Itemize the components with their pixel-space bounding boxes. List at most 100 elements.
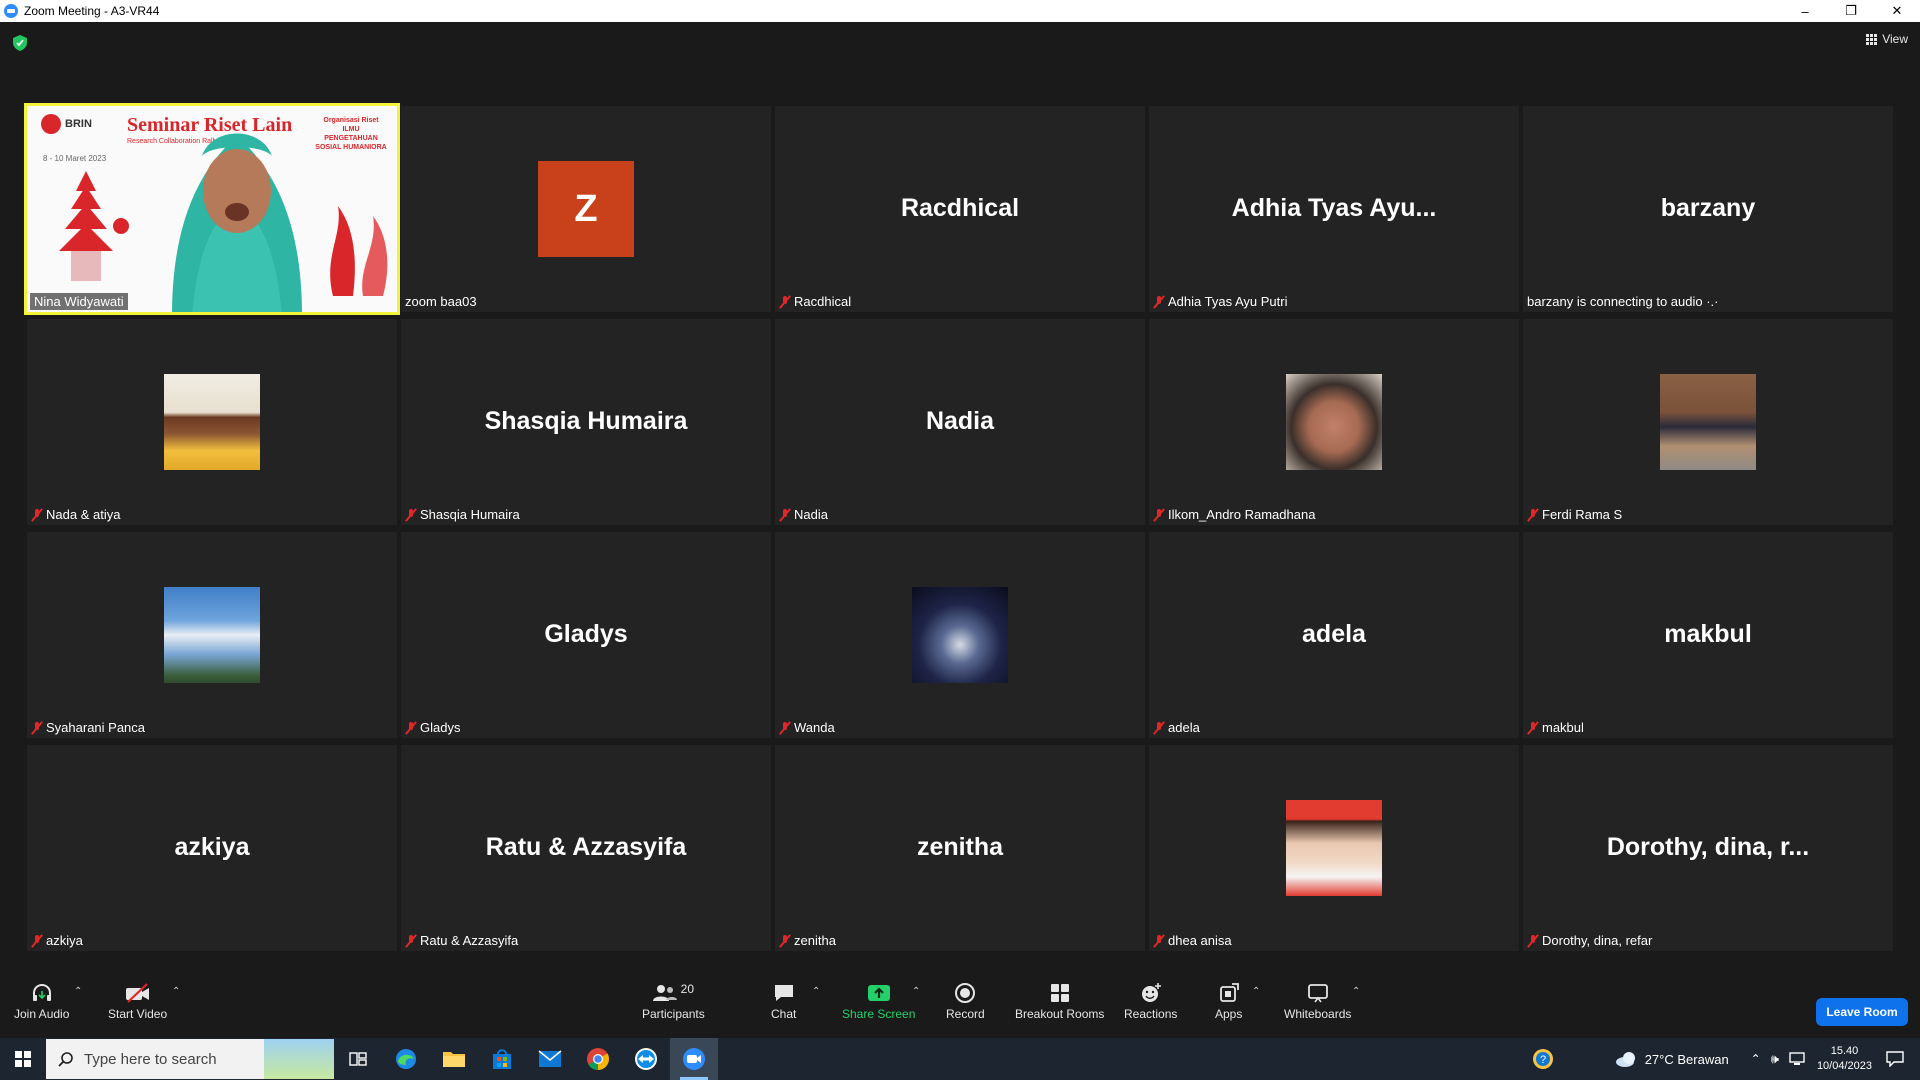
store-app-button[interactable] xyxy=(478,1038,526,1080)
notifications-icon[interactable] xyxy=(1886,1051,1904,1067)
participant-name-label: makbul xyxy=(1527,720,1584,735)
participant-tile[interactable]: adela adela xyxy=(1149,532,1519,738)
participant-display-name: barzany xyxy=(1660,194,1756,222)
participant-display-name: Nadia xyxy=(925,407,995,435)
chrome-icon xyxy=(587,1048,609,1070)
participant-display-name: azkiya xyxy=(174,833,250,861)
title-bar: Zoom Meeting - A3-VR44 – ❐ ✕ xyxy=(0,0,1920,22)
participant-avatar xyxy=(1286,800,1382,896)
chat-bubble-icon xyxy=(773,982,795,1004)
mic-muted-icon xyxy=(405,934,417,948)
participant-tile[interactable]: Racdhical Racdhical xyxy=(775,106,1145,312)
brin-logo: BRIN xyxy=(41,114,92,134)
participant-display-name: makbul xyxy=(1664,620,1752,648)
teamviewer-icon xyxy=(635,1048,657,1070)
participant-display-name: zenitha xyxy=(916,833,1004,861)
participant-display-name: Adhia Tyas Ayu... xyxy=(1231,194,1437,222)
apps-button[interactable]: Apps xyxy=(1215,982,1242,1021)
participant-display-name: Dorothy, dina, r... xyxy=(1606,833,1810,861)
edge-app-button[interactable] xyxy=(382,1038,430,1080)
weather-text[interactable]: 27°C Berawan xyxy=(1645,1052,1729,1067)
participant-name: Nada & atiya xyxy=(46,507,121,522)
speaker-volume-icon[interactable]: 🕪 xyxy=(1771,1051,1779,1067)
reactions-button[interactable]: Reactions xyxy=(1124,982,1177,1021)
video-options-caret-icon[interactable]: ⌃ xyxy=(172,986,180,997)
mail-app-button[interactable] xyxy=(526,1038,574,1080)
restore-button[interactable]: ❐ xyxy=(1828,0,1874,22)
participant-tile[interactable]: Ferdi Rama S xyxy=(1523,319,1893,525)
participant-tile[interactable]: barzany barzany is connecting to audio ·.… xyxy=(1523,106,1893,312)
participant-tile[interactable]: Nadia Nadia xyxy=(775,319,1145,525)
participant-avatar: Z xyxy=(538,161,634,257)
participant-tile[interactable]: Ratu & Azzasyifa Ratu & Azzasyifa xyxy=(401,745,771,951)
participant-name-label: Nadia xyxy=(779,507,828,522)
start-video-label: Start Video xyxy=(108,1007,168,1021)
participant-name-label: Syaharani Panca xyxy=(31,720,145,735)
task-view-icon xyxy=(349,1052,367,1066)
banner-right-line-3: SOSIAL HUMANIORA xyxy=(315,144,387,151)
show-hidden-icons-caret-icon[interactable]: ⌃ xyxy=(1751,1052,1761,1066)
participant-avatar xyxy=(1286,374,1382,470)
participant-name: Wanda xyxy=(794,720,835,735)
zoom-app-button[interactable] xyxy=(670,1038,718,1080)
participant-name: adela xyxy=(1168,720,1200,735)
apps-label: Apps xyxy=(1215,1007,1243,1021)
network-icon[interactable] xyxy=(1789,1052,1805,1066)
participant-name-label: Wanda xyxy=(779,720,835,735)
audio-options-caret-icon[interactable]: ⌃ xyxy=(74,986,82,997)
breakout-rooms-button[interactable]: Breakout Rooms xyxy=(1015,982,1104,1021)
participant-tile[interactable]: Dorothy, dina, r... Dorothy, dina, refar xyxy=(1523,745,1893,951)
record-button[interactable]: Record xyxy=(946,982,985,1021)
chat-options-caret-icon[interactable]: ⌃ xyxy=(812,986,820,997)
minimize-button[interactable]: – xyxy=(1782,0,1828,22)
participant-tile[interactable]: Ilkom_Andro Ramadhana xyxy=(1149,319,1519,525)
mail-icon xyxy=(538,1050,562,1067)
participants-button[interactable]: 20 Participants xyxy=(642,982,705,1021)
participant-tile[interactable]: dhea anisa xyxy=(1149,745,1519,951)
participant-tile[interactable]: Syaharani Panca xyxy=(27,532,397,738)
meeting-toolbar: Join Audio ⌃ Start Video ⌃ 20 Participan… xyxy=(0,972,1920,1038)
video-off-icon xyxy=(125,982,151,1004)
leave-room-button[interactable]: Leave Room xyxy=(1816,998,1908,1026)
share-screen-icon xyxy=(867,982,891,1004)
participant-tile[interactable]: zenitha zenitha xyxy=(775,745,1145,951)
participant-name-label: Racdhical xyxy=(779,294,851,309)
participant-tile[interactable]: Shasqia Humaira Shasqia Humaira xyxy=(401,319,771,525)
close-button[interactable]: ✕ xyxy=(1874,0,1920,22)
share-options-caret-icon[interactable]: ⌃ xyxy=(912,986,920,997)
chat-button[interactable]: Chat xyxy=(771,982,796,1021)
task-view-button[interactable] xyxy=(334,1038,382,1080)
search-placeholder: Type here to search xyxy=(84,1050,217,1068)
view-button[interactable]: View xyxy=(1866,32,1908,46)
active-speaker-tile[interactable]: BRIN Seminar Riset Lain Research Collabo… xyxy=(24,103,400,315)
file-explorer-button[interactable] xyxy=(430,1038,478,1080)
mic-muted-icon xyxy=(1527,721,1539,735)
help-question-icon[interactable]: ? xyxy=(1531,1047,1555,1071)
participant-tile[interactable]: makbul makbul xyxy=(1523,532,1893,738)
banner-right-line-2: ILMU PENGETAHUAN xyxy=(324,126,378,142)
start-button[interactable] xyxy=(0,1038,46,1080)
speaker-video: BRIN Seminar Riset Lain Research Collabo… xyxy=(27,106,397,312)
apps-options-caret-icon[interactable]: ⌃ xyxy=(1252,986,1260,997)
share-screen-button[interactable]: Share Screen xyxy=(842,982,915,1021)
chrome-app-button[interactable] xyxy=(574,1038,622,1080)
mic-muted-icon xyxy=(1153,508,1165,522)
whiteboards-options-caret-icon[interactable]: ⌃ xyxy=(1352,986,1360,997)
participant-tile[interactable]: Zzoom baa03 xyxy=(401,106,771,312)
taskbar-search[interactable]: Type here to search xyxy=(46,1039,334,1079)
participant-tile[interactable]: azkiya azkiya xyxy=(27,745,397,951)
whiteboards-button[interactable]: Whiteboards xyxy=(1284,982,1351,1021)
shield-check-icon[interactable] xyxy=(13,35,27,51)
clock-time: 15.40 xyxy=(1830,1045,1859,1057)
clock-date: 10/04/2023 xyxy=(1816,1060,1872,1072)
taskbar-clock[interactable]: 15.40 10/04/2023 xyxy=(1817,1044,1872,1074)
participant-tile[interactable]: Adhia Tyas Ayu... Adhia Tyas Ayu Putri xyxy=(1149,106,1519,312)
weather-cloud-icon xyxy=(1615,1052,1635,1067)
participant-tile[interactable]: Nada & atiya xyxy=(27,319,397,525)
teamviewer-app-button[interactable] xyxy=(622,1038,670,1080)
apps-icon xyxy=(1218,982,1240,1004)
start-video-button[interactable]: Start Video xyxy=(108,982,167,1021)
participant-tile[interactable]: Wanda xyxy=(775,532,1145,738)
join-audio-button[interactable]: Join Audio xyxy=(14,982,69,1021)
participant-tile[interactable]: Gladys Gladys xyxy=(401,532,771,738)
